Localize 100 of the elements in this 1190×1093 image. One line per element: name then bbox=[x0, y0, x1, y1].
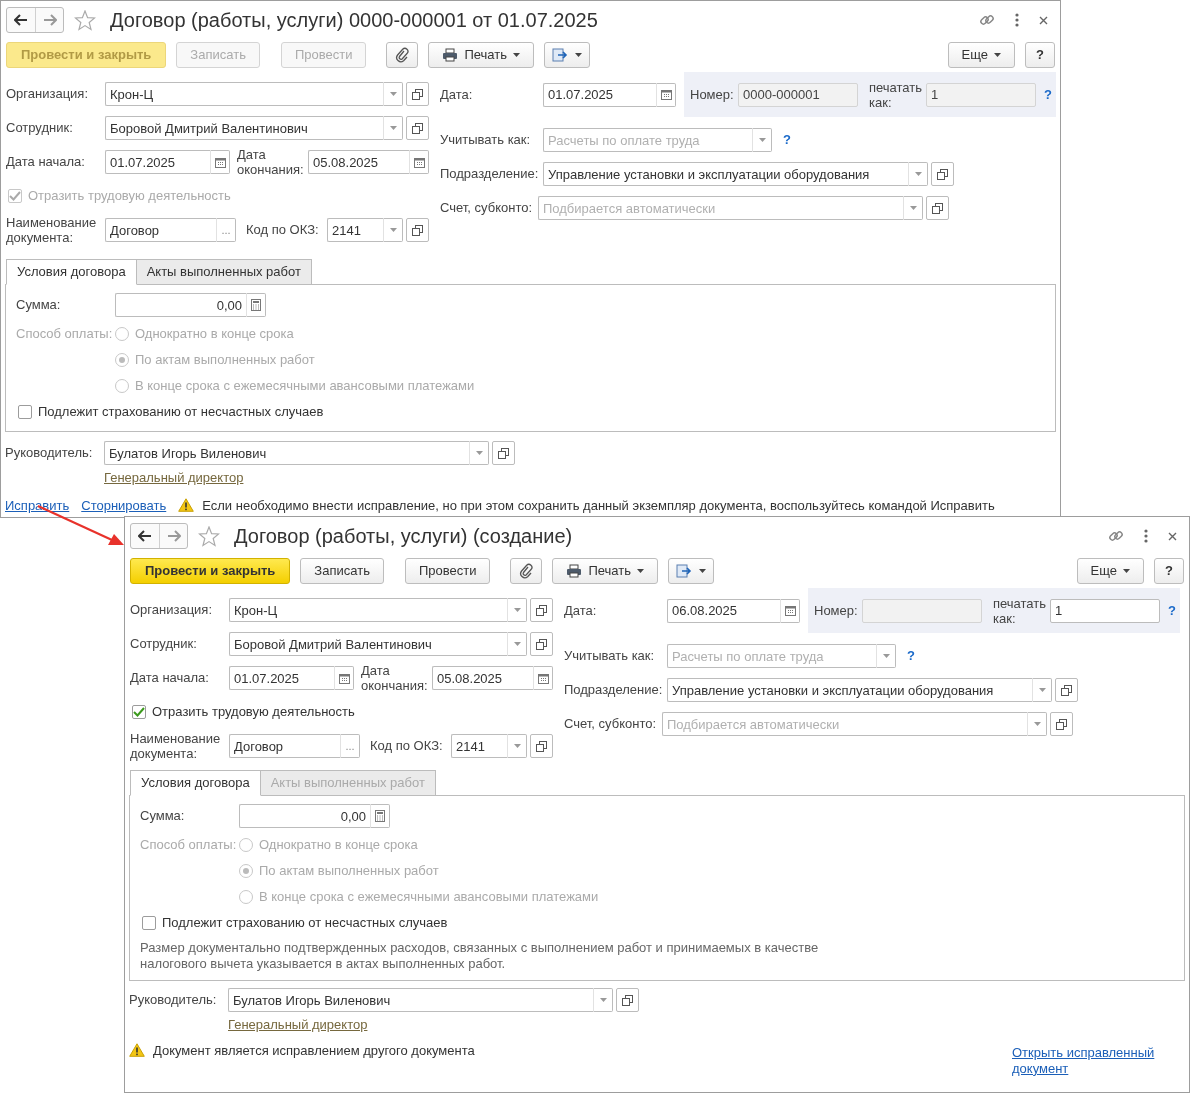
amount-field[interactable]: 0,00 bbox=[239, 804, 370, 828]
open-button[interactable] bbox=[1050, 712, 1073, 736]
organization-field[interactable]: Крон-Ц bbox=[105, 82, 383, 106]
open-button[interactable] bbox=[616, 988, 639, 1012]
open-button[interactable] bbox=[530, 598, 553, 622]
open-button[interactable] bbox=[926, 196, 949, 220]
link-icon[interactable] bbox=[979, 12, 995, 28]
checkbox[interactable] bbox=[142, 916, 156, 930]
open-button[interactable] bbox=[530, 632, 553, 656]
account-type-field[interactable]: Расчеты по оплате труда bbox=[667, 644, 876, 668]
dropdown-button[interactable] bbox=[876, 644, 896, 668]
amount-field[interactable]: 0,00 bbox=[115, 293, 246, 317]
calendar-icon bbox=[784, 605, 796, 616]
open-button[interactable] bbox=[530, 734, 553, 758]
date-field[interactable]: 06.08.2025 bbox=[667, 598, 780, 623]
code-field[interactable]: 2141 bbox=[327, 218, 383, 242]
more-button[interactable]: Еще bbox=[1076, 558, 1144, 584]
post-and-close-button[interactable]: Провести и закрыть bbox=[130, 558, 291, 584]
employee-field[interactable]: Боровой Дмитрий Валентинович bbox=[229, 632, 507, 656]
date-field[interactable]: 01.07.2025 bbox=[543, 82, 656, 107]
calendar-button[interactable] bbox=[656, 82, 676, 107]
document-name-field[interactable]: Договор bbox=[229, 734, 340, 758]
organization-field[interactable]: Крон-Ц bbox=[229, 598, 507, 622]
more-icon[interactable] bbox=[1144, 529, 1148, 543]
employee-field[interactable]: Боровой Дмитрий Валентинович bbox=[105, 116, 383, 140]
position-link[interactable]: Генеральный директор bbox=[228, 1015, 368, 1035]
help-button[interactable]: ? bbox=[1154, 558, 1184, 584]
account-field[interactable]: Подбирается автоматически bbox=[662, 712, 1027, 736]
calendar-button[interactable] bbox=[409, 150, 429, 174]
help-link[interactable]: ? bbox=[783, 130, 791, 150]
open-document-link[interactable]: Открыть исправленный документ bbox=[1012, 1044, 1157, 1077]
window-title: Договор (работы, услуги) (создание) bbox=[234, 524, 573, 549]
tab[interactable]: Условия договора bbox=[6, 259, 137, 285]
checkbox[interactable] bbox=[18, 405, 32, 419]
checkbox[interactable] bbox=[132, 705, 146, 719]
checkbox-label[interactable]: Отразить трудовую деятельность bbox=[152, 702, 355, 722]
toolbar-button[interactable]: Записать bbox=[300, 558, 384, 584]
open-icon bbox=[536, 638, 547, 650]
date-field[interactable]: 01.07.2025 bbox=[105, 150, 210, 174]
tab[interactable]: Условия договора bbox=[130, 770, 261, 796]
open-button[interactable] bbox=[406, 82, 429, 106]
calendar-button[interactable] bbox=[210, 150, 230, 174]
field-label: Код по ОКЗ: bbox=[370, 737, 444, 756]
help-link[interactable]: ? bbox=[1168, 600, 1176, 621]
help-link[interactable]: ? bbox=[907, 646, 915, 666]
attach-button[interactable] bbox=[386, 42, 419, 68]
more-icon[interactable] bbox=[1015, 13, 1019, 27]
checkbox-label[interactable]: Подлежит страхованию от несчастных случаев bbox=[38, 402, 324, 422]
date-field[interactable]: 05.08.2025 bbox=[432, 666, 533, 690]
manager-field[interactable]: Булатов Игорь Виленович bbox=[104, 441, 469, 465]
export-button[interactable] bbox=[544, 42, 590, 68]
dropdown-button[interactable] bbox=[752, 128, 772, 152]
manager-field[interactable]: Булатов Игорь Виленович bbox=[228, 988, 593, 1012]
field-label: Дата окончания: bbox=[237, 147, 305, 177]
close-icon[interactable] bbox=[1168, 531, 1177, 541]
link[interactable]: Исправить bbox=[5, 495, 70, 515]
department-field[interactable]: Управление установки и эксплуатации оборудования bbox=[543, 162, 908, 186]
attach-button[interactable] bbox=[510, 558, 543, 584]
open-button[interactable] bbox=[492, 441, 515, 465]
calculator-button[interactable] bbox=[246, 293, 266, 317]
open-button[interactable] bbox=[406, 218, 429, 242]
date-field[interactable]: 01.07.2025 bbox=[229, 666, 334, 690]
open-icon bbox=[536, 604, 547, 616]
star-icon[interactable] bbox=[74, 9, 96, 31]
print-as-field[interactable]: 1 bbox=[1050, 598, 1160, 623]
link-icon[interactable] bbox=[1108, 528, 1124, 544]
code-field[interactable]: 2141 bbox=[451, 734, 507, 758]
calculator-button[interactable] bbox=[370, 804, 390, 828]
open-icon bbox=[932, 202, 943, 214]
date-field[interactable]: 05.08.2025 bbox=[308, 150, 409, 174]
calendar-button[interactable] bbox=[334, 666, 354, 690]
document-name-field[interactable]: Договор bbox=[105, 218, 216, 242]
calendar-button[interactable] bbox=[780, 598, 800, 623]
open-button[interactable] bbox=[406, 116, 429, 140]
star-icon[interactable] bbox=[198, 525, 220, 547]
tab[interactable]: Акты выполненных работ bbox=[135, 259, 312, 285]
print-button[interactable]: Печать bbox=[428, 42, 534, 68]
print-button[interactable]: Печать bbox=[552, 558, 658, 584]
close-icon[interactable] bbox=[1039, 15, 1048, 25]
field-label: Руководитель: bbox=[5, 444, 94, 463]
open-button[interactable] bbox=[931, 162, 954, 186]
open-button[interactable] bbox=[1055, 678, 1078, 702]
account-type-field[interactable]: Расчеты по оплате труда bbox=[543, 128, 752, 152]
department-field[interactable]: Управление установки и эксплуатации оборудования bbox=[667, 678, 1032, 702]
field-label: Номер: bbox=[814, 601, 859, 620]
position-link[interactable]: Генеральный директор bbox=[104, 468, 244, 488]
printer-icon bbox=[442, 48, 459, 62]
checkbox-label[interactable]: Подлежит страхованию от несчастных случаев bbox=[162, 913, 448, 933]
export-button[interactable] bbox=[668, 558, 714, 584]
toolbar-button[interactable]: Провести bbox=[404, 558, 491, 584]
help-button[interactable]: ? bbox=[1025, 42, 1055, 68]
more-button[interactable]: Еще bbox=[947, 42, 1015, 68]
field-label: Подразделение: bbox=[564, 681, 664, 700]
select-button[interactable]: ... bbox=[340, 734, 360, 758]
link[interactable]: Сторнировать bbox=[81, 495, 167, 515]
window-title: Договор (работы, услуги) 0000-000001 от 01.07.2025 bbox=[110, 8, 598, 33]
calendar-button[interactable] bbox=[533, 666, 553, 690]
account-field[interactable]: Подбирается автоматически bbox=[538, 196, 903, 220]
select-button[interactable]: ... bbox=[216, 218, 236, 242]
document-arrow-icon bbox=[676, 563, 693, 579]
